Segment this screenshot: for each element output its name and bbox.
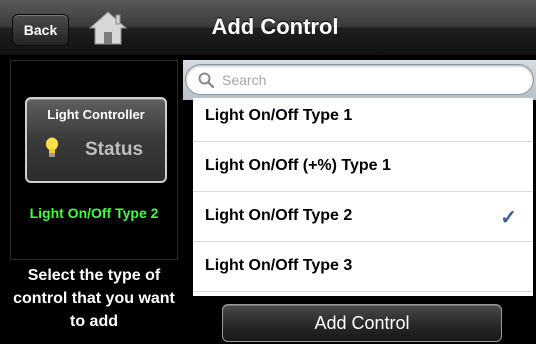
home-icon[interactable]: [88, 10, 128, 46]
list-item[interactable]: Light On/Off Type 1: [193, 98, 533, 142]
page-title: Add Control: [211, 14, 339, 39]
preview-status: Status: [85, 139, 144, 160]
navigation-bar: Back Add Control: [0, 0, 536, 56]
control-preview-panel: Light Controller Status Light On/Off Typ…: [10, 60, 178, 260]
list-item[interactable]: Light On/Off (+%) Type 1: [193, 142, 533, 192]
light-controller-preview: Light Controller Status: [25, 97, 167, 183]
list-item-label: Light On/Off Type 3: [205, 257, 353, 274]
list-item-label: Light On/Off Type 1: [205, 107, 353, 124]
search-icon: [198, 72, 214, 88]
preview-title: Light Controller: [47, 107, 145, 122]
list-item[interactable]: Light On/Off Type 3: [193, 242, 533, 292]
search-input[interactable]: [222, 70, 512, 90]
search-bar: [183, 60, 536, 100]
list-item[interactable]: Light On/Off Type 2 ✓: [193, 192, 533, 242]
light-bulb-icon: [46, 137, 58, 157]
control-type-list: Light On/Off Type 1 Light On/Off (+%) Ty…: [193, 98, 533, 296]
checkmark-icon: ✓: [500, 207, 517, 229]
selected-control-type: Light On/Off Type 2: [29, 205, 159, 221]
instructions-text: Select the type of control that you want…: [13, 267, 175, 330]
back-button[interactable]: Back: [12, 14, 69, 46]
search-field[interactable]: [185, 64, 534, 95]
list-item-label: Light On/Off (+%) Type 1: [205, 157, 391, 174]
list-item-label: Light On/Off Type 2: [205, 207, 353, 224]
add-control-button[interactable]: Add Control: [222, 304, 502, 342]
